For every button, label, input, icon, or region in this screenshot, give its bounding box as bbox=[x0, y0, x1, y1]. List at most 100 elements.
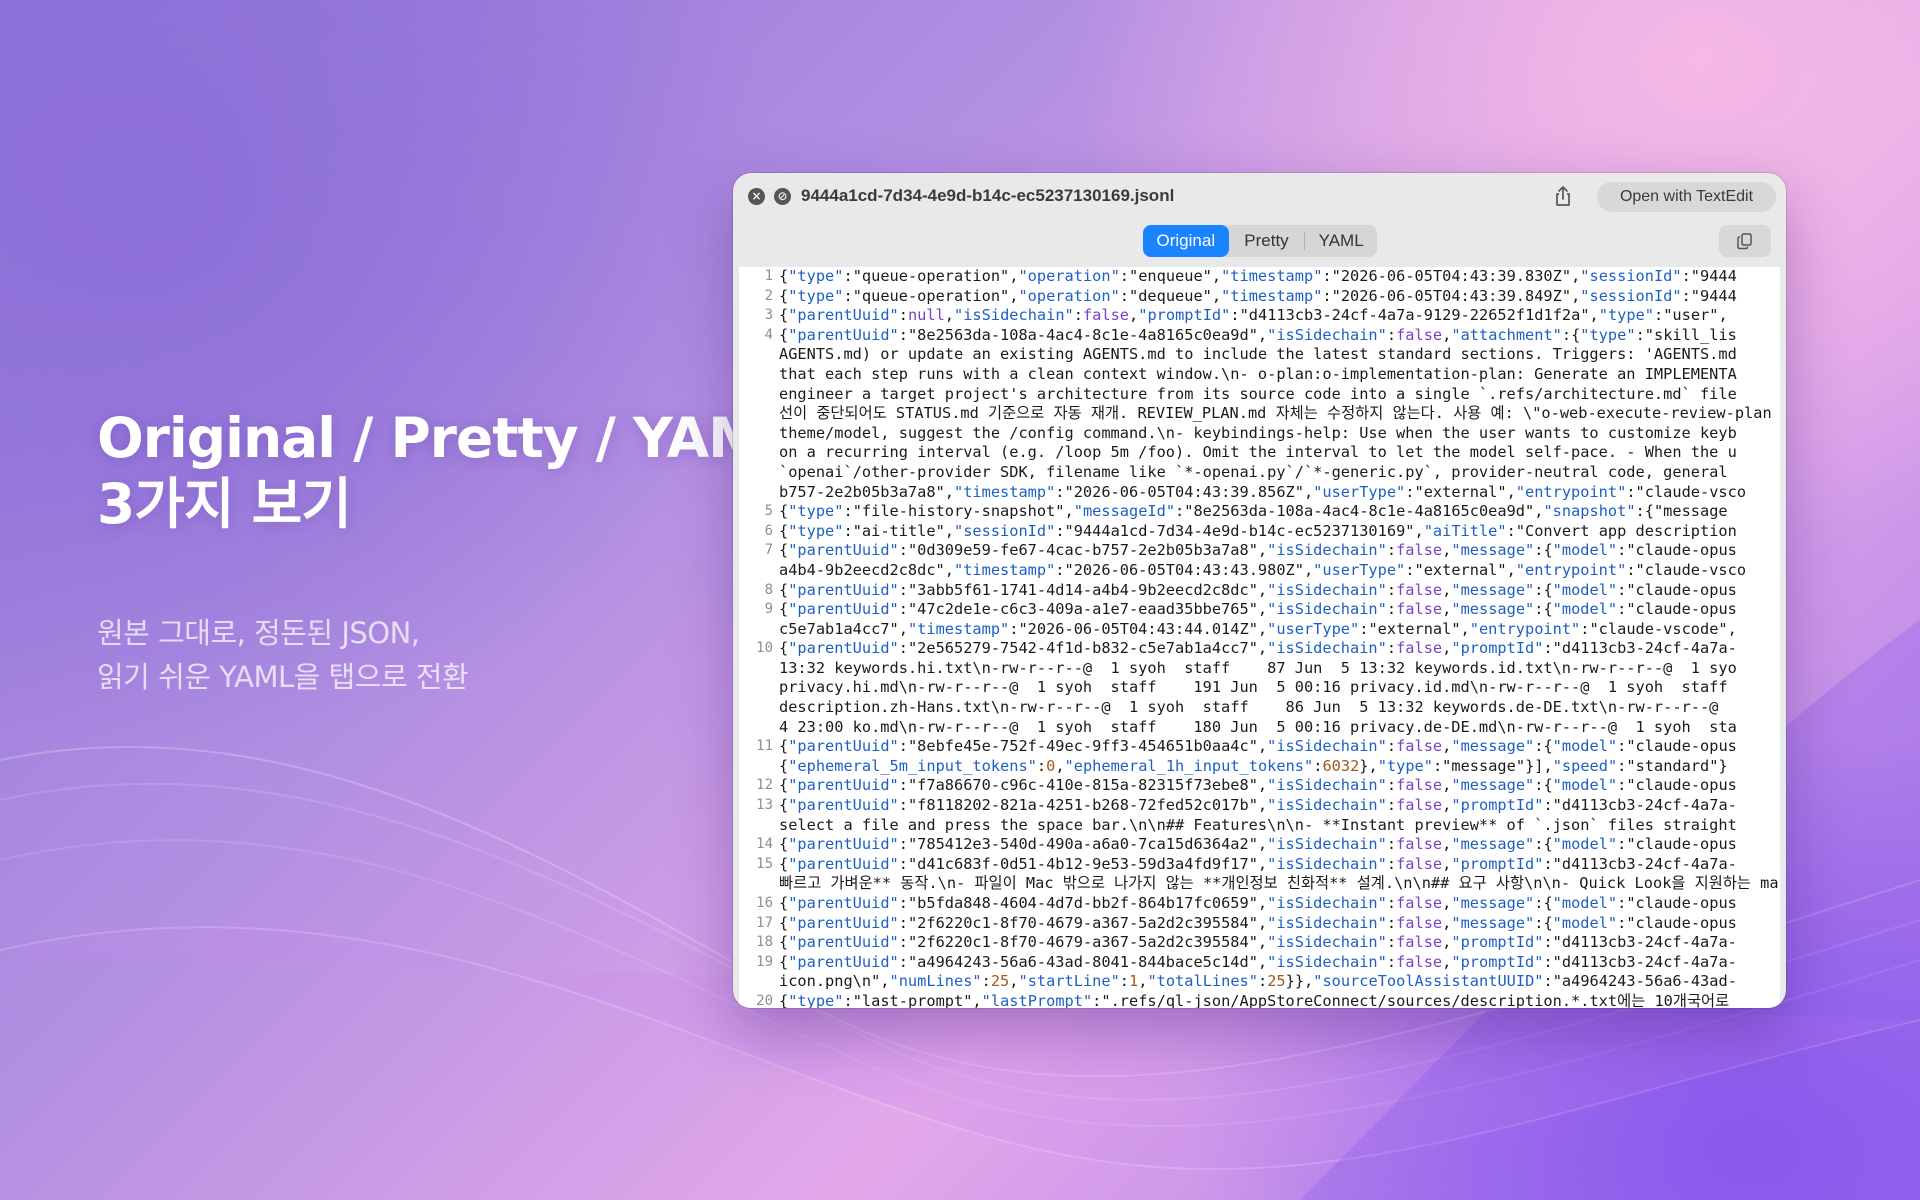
code-line: 13 {"parentUuid":"f8118202-821a-4251-b268… bbox=[739, 796, 1780, 816]
code-line: 17 {"parentUuid":"2f6220c1-8f70-4679-a367… bbox=[739, 914, 1780, 934]
line-number bbox=[739, 443, 779, 463]
code-line: 20 {"type":"last-prompt","lastPrompt":".r… bbox=[739, 992, 1780, 1008]
line-text: 4 23:00 ko.md\n-rw-r--r--@ 1 syoh staff … bbox=[779, 717, 1737, 736]
code-line: 6 {"type":"ai-title","sessionId":"9444a1c… bbox=[739, 522, 1780, 542]
code-line: {"ephemeral_5m_input_tokens":0,"ephemera… bbox=[739, 757, 1780, 777]
line-text: {"ephemeral_5m_input_tokens":0,"ephemera… bbox=[779, 756, 1728, 775]
line-number: 10 bbox=[756, 640, 773, 657]
line-text: 선이 중단되어도 STATUS.md 기준으로 자동 재개. REVIEW_PL… bbox=[779, 404, 1772, 423]
hero-title: Original / Pretty / YAML 3가지 보기 bbox=[97, 405, 797, 537]
line-text: {"parentUuid":"2f6220c1-8f70-4679-a367-5… bbox=[779, 913, 1737, 932]
line-text: `openai`/other-provider SDK, filename li… bbox=[779, 462, 1728, 481]
code-line: engineer a target project's architecture… bbox=[739, 385, 1780, 405]
code-line: that each step runs with a clean context… bbox=[739, 365, 1780, 385]
line-text: {"type":"ai-title","sessionId":"9444a1cd… bbox=[779, 521, 1737, 540]
code-line: 16 {"parentUuid":"b5fda848-4604-4d7d-bb2f… bbox=[739, 894, 1780, 914]
line-number: 5 bbox=[764, 503, 773, 520]
code-line: 15 {"parentUuid":"d41c683f-0d51-4b12-9e53… bbox=[739, 855, 1780, 875]
line-number bbox=[739, 816, 779, 836]
copy-icon bbox=[1737, 233, 1752, 250]
line-text: icon.png\n","numLines":25,"startLine":1,… bbox=[779, 972, 1737, 991]
code-line: 8 {"parentUuid":"3abb5f61-1741-4d14-a4b4-… bbox=[739, 581, 1780, 601]
code-line: 3 {"parentUuid":null,"isSidechain":false,… bbox=[739, 306, 1780, 326]
line-number bbox=[739, 659, 779, 679]
code-line: theme/model, suggest the /config command… bbox=[739, 424, 1780, 444]
line-number: 18 bbox=[756, 934, 773, 951]
code-line: select a file and press the space bar.\n… bbox=[739, 816, 1780, 836]
line-number: 17 bbox=[756, 914, 773, 931]
code-line: c5e7ab1a4cc7","timestamp":"2026-06-05T04… bbox=[739, 620, 1780, 640]
close-icon[interactable]: × bbox=[748, 188, 765, 205]
line-text: c5e7ab1a4cc7","timestamp":"2026-06-05T04… bbox=[779, 619, 1737, 638]
line-text: theme/model, suggest the /config command… bbox=[779, 423, 1737, 442]
line-text: AGENTS.md) or update an existing AGENTS.… bbox=[779, 345, 1737, 364]
code-line: 14 {"parentUuid":"785412e3-540d-490a-a6a0… bbox=[739, 835, 1780, 855]
line-text: on a recurring interval (e.g. /loop 5m /… bbox=[779, 443, 1737, 462]
code-line: 9 {"parentUuid":"47c2de1e-c6c3-409a-a1e7-… bbox=[739, 600, 1780, 620]
code-line: 4 {"parentUuid":"8e2563da-108a-4ac4-8c1e-… bbox=[739, 326, 1780, 346]
line-text: a4b4-9b2eecd2c8dc","timestamp":"2026-06-… bbox=[779, 560, 1747, 579]
line-number bbox=[739, 365, 779, 385]
line-number: 6 bbox=[764, 522, 773, 539]
line-number: 2 bbox=[764, 287, 773, 304]
line-number: 13 bbox=[756, 797, 773, 814]
code-line: 4 23:00 ko.md\n-rw-r--r--@ 1 syoh staff … bbox=[739, 718, 1780, 738]
line-number bbox=[739, 463, 779, 483]
code-line: privacy.hi.md\n-rw-r--r--@ 1 syoh staff … bbox=[739, 678, 1780, 698]
share-icon[interactable] bbox=[1551, 184, 1575, 208]
block-icon[interactable]: ⊘ bbox=[774, 188, 791, 205]
tab-pretty[interactable]: Pretty bbox=[1229, 225, 1305, 257]
line-text: {"parentUuid":"0d309e59-fe67-4cac-b757-2… bbox=[779, 541, 1737, 560]
file-name: 9444a1cd-7d34-4e9d-b14c-ec5237130169.jso… bbox=[801, 186, 1175, 205]
code-line: 19 {"parentUuid":"a4964243-56a6-43ad-8041… bbox=[739, 953, 1780, 973]
line-text: {"parentUuid":"d41c683f-0d51-4b12-9e53-5… bbox=[779, 854, 1737, 873]
line-text: {"parentUuid":null,"isSidechain":false,"… bbox=[779, 306, 1728, 325]
line-number: 8 bbox=[764, 581, 773, 598]
line-text: {"type":"last-prompt","lastPrompt":".ref… bbox=[779, 991, 1730, 1008]
tab-original[interactable]: Original bbox=[1143, 225, 1229, 257]
line-text: {"parentUuid":"2f6220c1-8f70-4679-a367-5… bbox=[779, 933, 1737, 952]
line-text: {"parentUuid":"2e565279-7542-4f1d-b832-c… bbox=[779, 639, 1737, 658]
code-line: 10 {"parentUuid":"2e565279-7542-4f1d-b832… bbox=[739, 639, 1780, 659]
line-number: 1 bbox=[764, 268, 773, 284]
tab-yaml[interactable]: YAML bbox=[1305, 225, 1377, 257]
line-number bbox=[739, 424, 779, 444]
line-number: 9 bbox=[764, 601, 773, 618]
line-number bbox=[739, 404, 779, 424]
code-line: 선이 중단되어도 STATUS.md 기준으로 자동 재개. REVIEW_PL… bbox=[739, 404, 1780, 424]
line-text: {"parentUuid":"a4964243-56a6-43ad-8041-8… bbox=[779, 952, 1737, 971]
line-text: select a file and press the space bar.\n… bbox=[779, 815, 1737, 834]
code-line: 7 {"parentUuid":"0d309e59-fe67-4cac-b757-… bbox=[739, 541, 1780, 561]
title-bar: × ⊘ 9444a1cd-7d34-4e9d-b14c-ec5237130169… bbox=[733, 173, 1786, 219]
hero-subtitle-line1: 원본 그대로, 정돈된 JSON, bbox=[97, 616, 420, 650]
line-text: 빠르고 가벼운** 동작.\n- 파일이 Mac 밖으로 나가지 않는 **개인… bbox=[779, 874, 1779, 893]
line-number: 7 bbox=[764, 542, 773, 559]
line-number bbox=[739, 345, 779, 365]
code-line: 12 {"parentUuid":"f7a86670-c96c-410e-815a… bbox=[739, 776, 1780, 796]
hero-title-line2: 3가지 보기 bbox=[97, 472, 352, 536]
hero-subtitle: 원본 그대로, 정돈된 JSON, 읽기 쉬운 YAML을 탭으로 전환 bbox=[97, 611, 469, 699]
line-text: {"parentUuid":"47c2de1e-c6c3-409a-a1e7-e… bbox=[779, 600, 1737, 619]
code-line: a4b4-9b2eecd2c8dc","timestamp":"2026-06-… bbox=[739, 561, 1780, 581]
code-line: on a recurring interval (e.g. /loop 5m /… bbox=[739, 443, 1780, 463]
line-number: 15 bbox=[756, 855, 773, 872]
line-number: 14 bbox=[756, 836, 773, 853]
code-line: 11 {"parentUuid":"8ebfe45e-752f-49ec-9ff3… bbox=[739, 737, 1780, 757]
open-with-textedit-button[interactable]: Open with TextEdit bbox=[1597, 182, 1776, 212]
line-text: description.zh-Hans.txt\n-rw-r--r--@ 1 s… bbox=[779, 698, 1719, 717]
line-number bbox=[739, 561, 779, 581]
line-text: {"parentUuid":"b5fda848-4604-4d7d-bb2f-8… bbox=[779, 894, 1737, 912]
line-text: {"type":"file-history-snapshot","message… bbox=[779, 502, 1728, 521]
line-number bbox=[739, 678, 779, 698]
line-number bbox=[739, 620, 779, 640]
code-line: b757-2e2b05b3a7a8","timestamp":"2026-06-… bbox=[739, 483, 1780, 503]
line-text: privacy.hi.md\n-rw-r--r--@ 1 syoh staff … bbox=[779, 678, 1728, 697]
line-number: 11 bbox=[756, 738, 773, 755]
code-line: 18 {"parentUuid":"2f6220c1-8f70-4679-a367… bbox=[739, 933, 1780, 953]
line-number bbox=[739, 757, 779, 777]
code-line: AGENTS.md) or update an existing AGENTS.… bbox=[739, 345, 1780, 365]
code-view[interactable]: 1 {"type":"queue-operation","operation":"… bbox=[739, 267, 1780, 1008]
line-number: 4 bbox=[764, 326, 773, 343]
code-line: 13:32 keywords.hi.txt\n-rw-r--r--@ 1 syo… bbox=[739, 659, 1780, 679]
copy-button[interactable] bbox=[1719, 225, 1771, 257]
